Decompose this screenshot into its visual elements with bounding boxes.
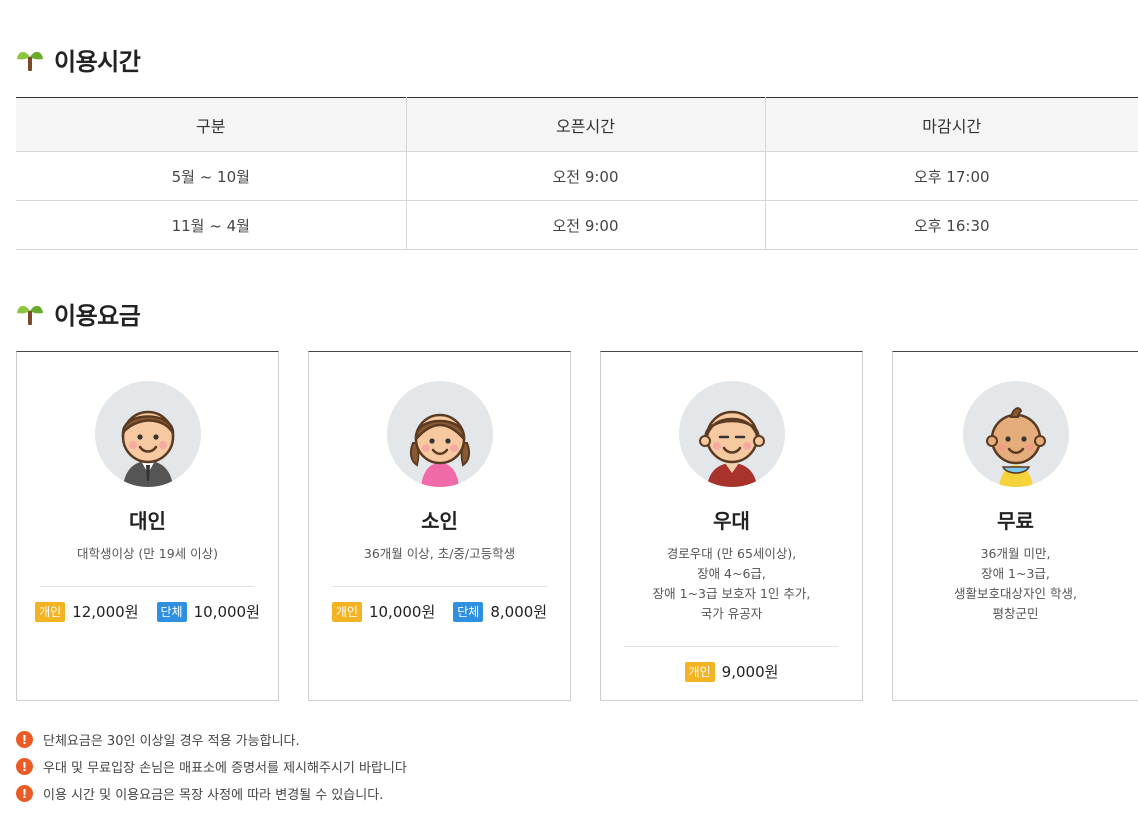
price-value: 10,000원 bbox=[368, 603, 436, 621]
fee-card-child: 소인 36개월 이상, 초/중/고등학생 개인 10,000원 단체 8,000… bbox=[308, 351, 571, 701]
notice-text: 단체요금은 30인 이상일 경우 적용 가능합니다. bbox=[43, 734, 300, 749]
section-title-fees: 이용요금 bbox=[16, 296, 141, 331]
senior-avatar-icon bbox=[678, 381, 785, 487]
sprout-icon bbox=[17, 305, 43, 325]
price-individual: 개인 9,000원 bbox=[684, 661, 779, 682]
column-header: 마감시간 bbox=[764, 97, 1138, 152]
individual-badge: 개인 bbox=[35, 601, 66, 622]
card-title: 대인 bbox=[129, 509, 166, 533]
group-badge: 단체 bbox=[156, 601, 187, 622]
list-item: ! 단체요금은 30인 이상일 경우 적용 가능합니다. bbox=[16, 726, 407, 753]
price-group: 단체 10,000원 bbox=[156, 601, 260, 622]
card-title: 우대 bbox=[713, 509, 750, 533]
price-individual: 개인 10,000원 bbox=[331, 601, 436, 622]
price-individual: 개인 12,000원 bbox=[35, 601, 139, 622]
divider bbox=[332, 586, 547, 587]
fee-card-free: 무료 36개월 미만, 장애 1~3급, 생활보호대상자인 학생, 평창군민 bbox=[892, 351, 1138, 701]
child-avatar-icon bbox=[386, 381, 493, 487]
list-item: ! 이용 시간 및 이용요금은 목장 사정에 따라 변경될 수 있습니다. bbox=[16, 780, 407, 807]
card-description: 경로우대 (만 65세이상), 장애 4~6급, 장애 1~3급 보호자 1인 … bbox=[652, 546, 811, 621]
table-header-row: 구분 오픈시간 마감시간 bbox=[16, 97, 1138, 152]
exclamation-icon: ! bbox=[16, 758, 33, 775]
column-header: 구분 bbox=[16, 97, 406, 152]
price-value: 9,000원 bbox=[721, 663, 779, 681]
card-description: 36개월 미만, 장애 1~3급, 생활보호대상자인 학생, 평창군민 bbox=[954, 546, 1077, 621]
exclamation-icon: ! bbox=[16, 731, 33, 748]
divider bbox=[40, 586, 255, 587]
page-title: 이용시간 bbox=[54, 48, 141, 76]
table-cell: 오후 17:00 bbox=[764, 151, 1138, 201]
card-description: 36개월 이상, 초/중/고등학생 bbox=[363, 546, 516, 561]
column-header: 오픈시간 bbox=[405, 97, 765, 152]
exclamation-icon: ! bbox=[16, 785, 33, 802]
adult-avatar-icon bbox=[94, 381, 201, 487]
price-value: 8,000원 bbox=[490, 603, 548, 621]
table-cell: 11월 ~ 4월 bbox=[171, 216, 250, 235]
price-value: 12,000원 bbox=[72, 603, 139, 621]
divider bbox=[624, 646, 839, 647]
card-description: 대학생이상 (만 19세 이상) bbox=[76, 546, 219, 561]
individual-badge: 개인 bbox=[684, 661, 715, 682]
notice-text: 이용 시간 및 이용요금은 목장 사정에 따라 변경될 수 있습니다. bbox=[43, 788, 384, 803]
baby-avatar-icon bbox=[962, 381, 1069, 487]
price-list: 개인 9,000원 bbox=[601, 661, 862, 682]
notice-text: 우대 및 무료입장 손님은 매표소에 증명서를 제시해주시기 바랍니다 bbox=[43, 761, 407, 776]
table-cell: 오전 9:00 bbox=[405, 200, 765, 250]
table-cell: 5월 ~ 10월 bbox=[171, 167, 250, 186]
section-heading: 이용요금 bbox=[54, 302, 141, 330]
price-list: 개인 10,000원 단체 8,000원 bbox=[309, 601, 570, 622]
table-row: 11월 ~ 4월 오전 9:00 오후 16:30 bbox=[16, 200, 1138, 250]
card-title: 무료 bbox=[997, 509, 1034, 533]
fee-card-preferential: 우대 경로우대 (만 65세이상), 장애 4~6급, 장애 1~3급 보호자 … bbox=[600, 351, 863, 701]
group-badge: 단체 bbox=[453, 601, 484, 622]
hours-table: 구분 오픈시간 마감시간 5월 ~ 10월 오전 9:00 오후 17:00 1… bbox=[16, 97, 1138, 250]
table-cell: 오전 9:00 bbox=[405, 151, 765, 201]
notice-list: ! 단체요금은 30인 이상일 경우 적용 가능합니다. ! 우대 및 무료입장… bbox=[16, 726, 407, 807]
fee-cards: 대인 대학생이상 (만 19세 이상) 개인 12,000원 단체 10,000… bbox=[16, 351, 1138, 701]
list-item: ! 우대 및 무료입장 손님은 매표소에 증명서를 제시해주시기 바랍니다 bbox=[16, 753, 407, 780]
price-list: 개인 12,000원 단체 10,000원 bbox=[17, 601, 278, 622]
price-group: 단체 8,000원 bbox=[453, 601, 547, 622]
individual-badge: 개인 bbox=[331, 601, 362, 622]
table-row: 5월 ~ 10월 오전 9:00 오후 17:00 bbox=[16, 151, 1138, 201]
fee-card-adult: 대인 대학생이상 (만 19세 이상) 개인 12,000원 단체 10,000… bbox=[16, 351, 279, 701]
price-value: 10,000원 bbox=[193, 603, 260, 621]
card-title: 소인 bbox=[421, 509, 458, 533]
table-cell: 오후 16:30 bbox=[764, 200, 1138, 250]
sprout-icon bbox=[17, 51, 43, 71]
section-title-hours: 이용시간 bbox=[16, 42, 141, 77]
